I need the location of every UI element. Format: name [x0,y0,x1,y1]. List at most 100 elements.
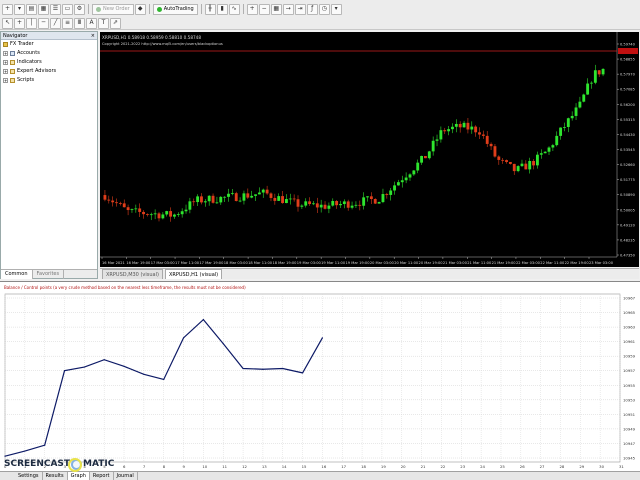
cursor-icon[interactable]: ↖ [2,17,13,29]
tab-report[interactable]: Report [90,472,114,480]
indicators-icon[interactable]: ƒ [306,3,318,15]
price-tick-label: 0.55315 [620,118,635,122]
candle-body [176,214,180,216]
toolbar-row-1: + ▾ ▤ ▦ ☰ ▭ ⚙ New Order ◆ AutoTrading ╫ … [2,2,342,16]
nav-item-label: Scripts [17,77,35,83]
chart-copyright-text: Copyright 2021-2022 http://www.mql5.com/… [102,42,223,46]
tab-favorites[interactable]: Favorites [33,270,65,279]
graph-x-label: 20 [401,464,406,469]
candle-body [532,160,535,166]
horizontal-line-icon[interactable]: ─ [38,17,49,29]
time-tick-label: 18 Mar 11:00 [248,261,273,265]
tab-common[interactable]: Common [1,270,33,279]
autotrading-button[interactable]: AutoTrading [152,3,198,15]
toolbar-separator [242,4,244,14]
metaeditor-icon[interactable]: ◆ [134,3,146,15]
tab-graph[interactable]: Graph [67,472,90,480]
navigator-icon[interactable]: ☰ [50,3,61,15]
channel-icon[interactable]: ≡ [62,17,73,29]
expand-icon[interactable]: + [3,60,8,65]
candle-body [242,193,246,201]
expand-icon[interactable]: + [3,69,8,74]
candle-body [424,155,427,159]
candle-body [308,201,312,205]
close-icon[interactable]: × [91,32,97,39]
tile-windows-icon[interactable]: ▦ [270,3,282,15]
zoom-out-icon[interactable]: − [258,3,270,15]
price-tick-label: 0.54430 [620,133,636,137]
candle-body [400,180,404,183]
tab-settings[interactable]: Settings [0,472,43,480]
zoom-in-icon[interactable]: + [246,3,258,15]
time-tick-label: 17 Mar 19:00 [199,261,224,265]
arrow-tool-icon[interactable]: ⇗ [110,17,121,29]
new-order-button[interactable]: New Order [92,3,134,15]
candle-body [304,201,308,206]
toolbar-row-2: ↖ + │ ─ ╱ ≡ Ⅲ A T ⇗ [2,16,121,30]
candle-body [246,193,250,198]
chart-shift-icon[interactable]: → [282,3,294,15]
new-chart-icon[interactable]: + [2,3,13,15]
price-chart[interactable]: XRPUSD,H1 0.58918 0.58959 0.58810 0.5874… [100,32,639,267]
candle-body [180,211,184,215]
nav-item-fx-trader[interactable]: FX Trader [1,40,97,49]
tab-xrpusd-m30[interactable]: XRPUSD,M30 (visual) [102,269,163,279]
expand-icon[interactable]: + [3,78,8,83]
candle-body [323,204,327,209]
price-tick-label: 0.56200 [620,103,636,107]
candle-body [539,153,543,155]
bar-chart-icon[interactable]: ╫ [204,3,216,15]
candle-body [107,199,111,201]
candle-body [161,214,165,219]
candle-body [466,122,470,130]
graph-x-label: 13 [262,464,267,469]
fibonacci-icon[interactable]: Ⅲ [74,17,85,29]
graph-x-label: 11 [222,464,227,469]
candle-body [169,211,173,217]
price-tick-label: 0.48235 [620,238,635,242]
data-window-icon[interactable]: ▦ [38,3,49,15]
price-chart-svg[interactable]: XRPUSD,H1 0.58918 0.58959 0.58810 0.5874… [100,32,639,267]
terminal-icon[interactable]: ▭ [62,3,73,15]
templates-icon[interactable]: ▾ [330,3,342,15]
text-label-icon[interactable]: T [98,17,109,29]
candle-body [597,70,601,75]
profiles-icon[interactable]: ▾ [14,3,25,15]
candle-body [153,213,157,215]
strategy-tester-icon[interactable]: ⚙ [74,3,85,15]
trendline-icon[interactable]: ╱ [50,17,61,29]
candle-body [342,201,346,205]
autoscroll-icon[interactable]: ⇥ [294,3,306,15]
price-tick-label: 0.57085 [620,88,635,92]
price-tick-label: 0.53545 [620,148,635,152]
nav-item-expert-advisors[interactable]: + Expert Advisors [1,67,97,76]
vertical-line-icon[interactable]: │ [26,17,37,29]
candle-body [315,203,319,208]
expand-icon[interactable]: + [3,51,8,56]
line-chart-icon[interactable]: ∿ [228,3,240,15]
time-tick-label: 20 Mar 11:00 [394,261,419,265]
candle-body [238,200,242,202]
balance-point [123,365,125,367]
time-tick-label: 18 Mar 03:00 [224,261,249,265]
candle-body [451,126,454,130]
graph-y-label: 10961 [623,339,636,344]
nav-item-indicators[interactable]: + Indicators [1,58,97,67]
candle-body [389,190,393,195]
candle-body [512,163,516,172]
graph-x-label: 19 [381,464,386,469]
balance-point [63,370,66,372]
nav-item-scripts[interactable]: + Scripts [1,76,97,85]
market-watch-icon[interactable]: ▤ [26,3,37,15]
tab-xrpusd-h1[interactable]: XRPUSD,H1 (visual) [164,269,223,279]
nav-item-accounts[interactable]: + Accounts [1,49,97,58]
new-order-icon [96,6,101,12]
crosshair-icon[interactable]: + [14,17,25,29]
periods-icon[interactable]: ◷ [318,3,330,15]
candlestick-icon[interactable]: ▮ [216,3,228,15]
text-tool-icon[interactable]: A [86,17,97,29]
price-tick-label: 0.50890 [620,193,636,197]
tab-journal[interactable]: Journal [114,472,138,480]
balance-point [301,372,304,374]
tab-results[interactable]: Results [43,472,68,480]
